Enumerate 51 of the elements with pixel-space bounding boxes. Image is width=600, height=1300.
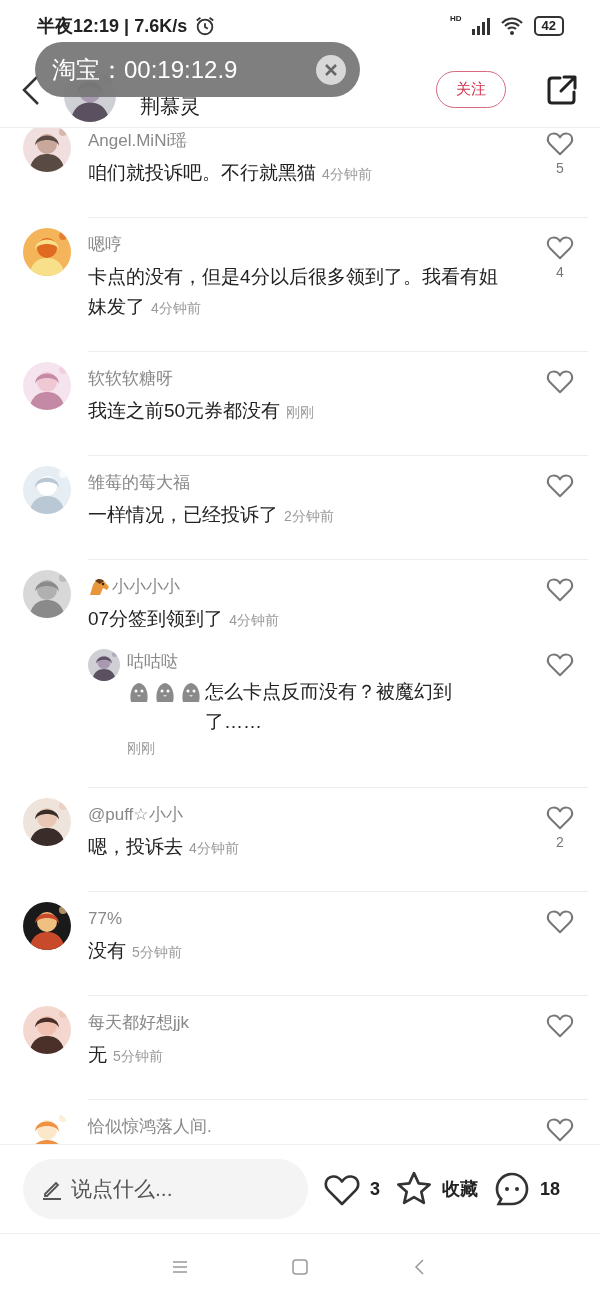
comment-text: 卡点的没有，但是4分以后很多领到了。我看有姐妹发了 4分钟前 xyxy=(88,265,498,319)
follow-button[interactable]: 关注 xyxy=(436,71,506,108)
like-count: 4 xyxy=(556,264,564,280)
comment-text: 嗯，投诉去 4分钟前 xyxy=(88,835,240,859)
sticker-icon xyxy=(179,680,203,704)
horse-icon xyxy=(88,577,110,597)
home-icon[interactable] xyxy=(290,1257,310,1277)
username[interactable]: 小小小小 xyxy=(112,574,180,600)
username[interactable]: 嗯哼 xyxy=(88,232,122,258)
timestamp: 5分钟前 xyxy=(113,1048,163,1064)
like-count: 2 xyxy=(556,834,564,850)
network-speed: | 7.6K/s xyxy=(123,15,188,37)
timestamp: 5分钟前 xyxy=(132,944,182,960)
comments-button[interactable]: 18 xyxy=(492,1169,561,1209)
timestamp: 2分钟前 xyxy=(284,508,334,524)
comment-text: 一样情况，已经投诉了 2分钟前 xyxy=(88,503,335,527)
reply-text: 怎么卡点反而没有？被魔幻到了…… xyxy=(205,680,453,734)
comment-input[interactable]: 说点什么... xyxy=(69,1176,273,1202)
comment-text: 咱们就投诉吧。不行就黑猫 4分钟前 xyxy=(88,161,373,185)
username[interactable]: Angel.MiNi瑶 xyxy=(88,128,188,154)
timestamp: 4分钟前 xyxy=(189,840,239,856)
like-button[interactable]: 3 xyxy=(322,1169,380,1209)
wifi-icon xyxy=(499,15,524,37)
like-count: 5 xyxy=(556,160,564,176)
username[interactable]: 软软软糖呀 xyxy=(88,366,173,392)
close-icon[interactable] xyxy=(316,54,346,85)
username[interactable]: 77% xyxy=(88,906,123,932)
timestamp: 4分钟前 xyxy=(229,612,279,628)
comment-field[interactable]: 说点什么... xyxy=(23,1159,308,1219)
comment-text: 07分签到领到了 4分钟前 xyxy=(88,607,280,631)
author-name: 荆慕灵 xyxy=(140,94,201,119)
timestamp: 4分钟前 xyxy=(151,300,201,316)
username[interactable]: @puff☆小小 xyxy=(88,802,183,828)
battery-level: 42 xyxy=(533,16,564,36)
favorite-button[interactable]: 收藏 xyxy=(394,1169,478,1209)
comment-text: 没有 5分钟前 xyxy=(88,939,183,963)
comment-text: 无 5分钟前 xyxy=(88,1043,164,1067)
share-icon[interactable] xyxy=(546,73,578,106)
status-time: 半夜12:19 xyxy=(37,15,120,38)
timestamp: 刚刚 xyxy=(286,404,315,420)
sticker-icon xyxy=(127,680,151,704)
timestamp: 刚刚 xyxy=(127,739,156,758)
username[interactable]: 咕咕哒 xyxy=(127,649,178,675)
username[interactable]: 恰似惊鸿落人间. xyxy=(88,1114,212,1140)
network-type: HD xyxy=(449,14,462,23)
username[interactable]: 每天都好想jjk xyxy=(88,1010,190,1036)
username[interactable]: 雏莓的莓大福 xyxy=(88,470,190,496)
timestamp: 4分钟前 xyxy=(322,166,372,182)
timer-label: 淘宝：00:19:12.9 xyxy=(52,54,239,85)
sticker-icon xyxy=(153,680,177,704)
comment-text: 我连之前50元券都没有 刚刚 xyxy=(88,399,316,423)
